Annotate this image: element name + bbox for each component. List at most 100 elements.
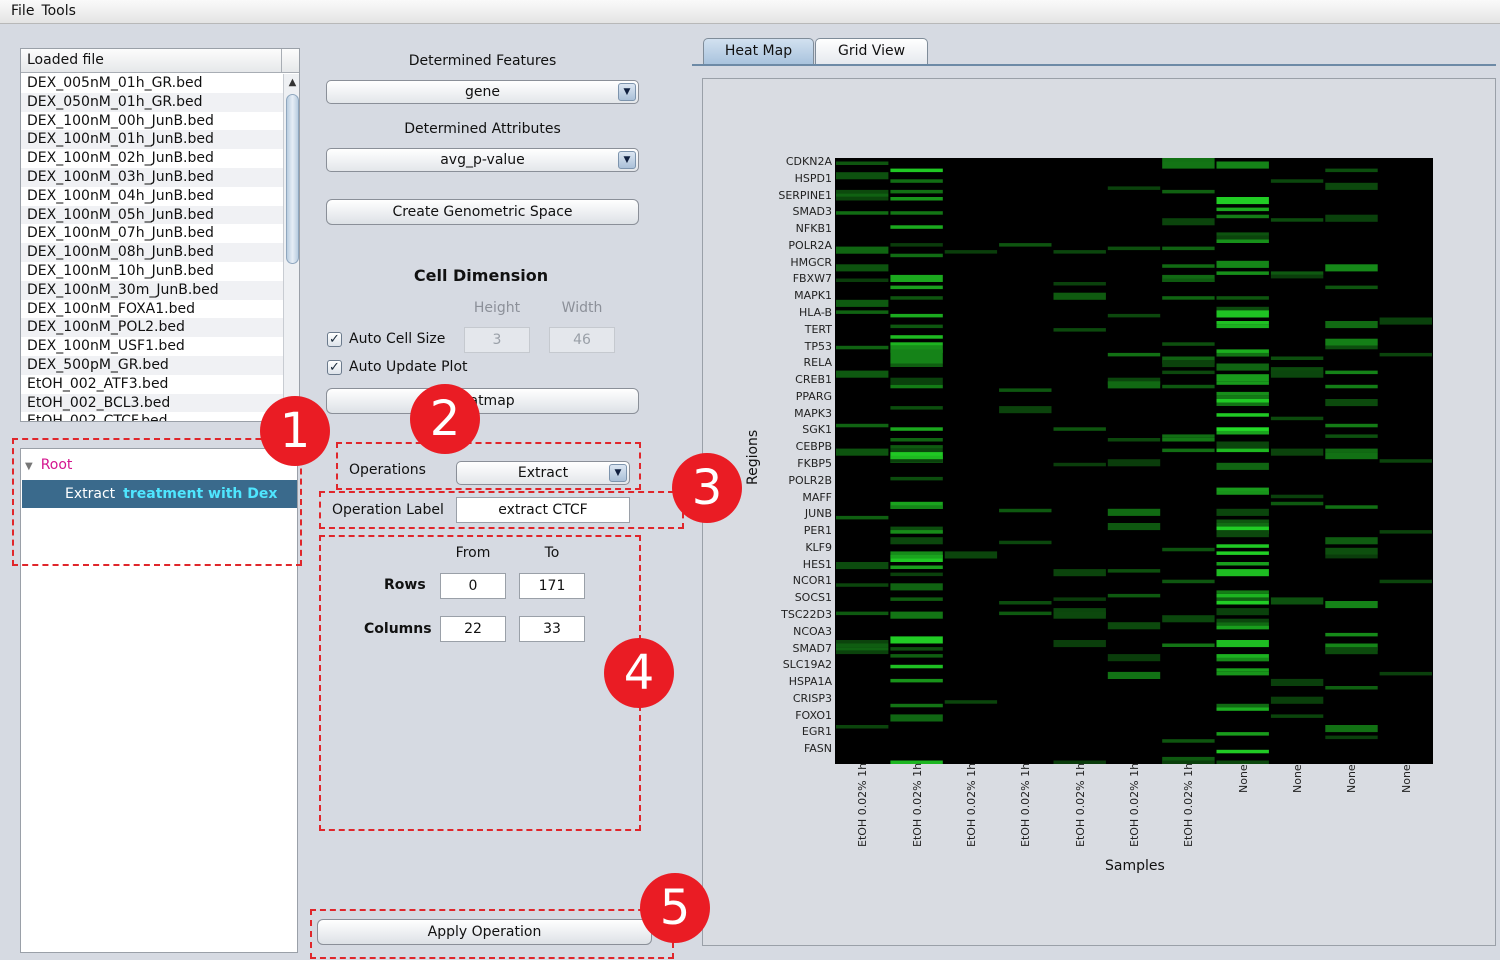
determined-features-combo[interactable]: gene ▼ — [326, 80, 639, 104]
heatmap-cell — [1270, 678, 1324, 686]
file-list-item[interactable]: DEX_100nM_07h_JunB.bed — [21, 224, 283, 243]
heatmap-cell — [890, 537, 943, 545]
region-label: TERT — [804, 322, 832, 336]
file-list-item[interactable]: DEX_100nM_03h_JunB.bed — [21, 167, 283, 187]
heatmap-cell — [1216, 448, 1269, 453]
determined-attributes-combo[interactable]: avg_p-value ▼ — [326, 148, 639, 172]
region-label: NCOR1 — [792, 574, 832, 588]
heatmap-cell — [1107, 569, 1161, 573]
heatmap-cell — [1162, 218, 1215, 226]
region-label: HSPD1 — [794, 171, 832, 185]
heatmap-cell — [1216, 430, 1269, 435]
tab-grid-view[interactable]: Grid View — [815, 38, 928, 64]
cell-dimension-title: Cell Dimension — [413, 266, 549, 285]
heatmap-cell — [836, 345, 889, 350]
heatmap-cell — [1053, 597, 1106, 601]
file-list-item[interactable]: DEX_050nM_01h_GR.bed — [21, 92, 283, 112]
file-list-item[interactable]: DEX_100nM_USF1.bed — [21, 337, 283, 356]
heatmap-cell — [890, 179, 943, 183]
heatmap-cell — [890, 636, 943, 644]
file-list-item[interactable]: EtOH_002_CTCF.bed — [21, 412, 283, 421]
heatmap-cell — [1325, 547, 1378, 555]
file-list-scrollbar[interactable]: ▲ — [283, 74, 299, 421]
file-list-item[interactable]: DEX_005nM_01h_GR.bed — [21, 74, 283, 93]
heatmap-cell — [1216, 374, 1269, 382]
menu-tools[interactable]: Tools — [39, 0, 81, 19]
heatmap-cell — [890, 459, 943, 463]
heatmap-cell — [944, 700, 998, 704]
heatmap-cell — [1325, 554, 1378, 559]
heatmap-cell — [890, 296, 943, 300]
cell-height-field[interactable]: 3 — [464, 327, 530, 353]
heatmap-cell — [1216, 508, 1269, 516]
heatmap-cell — [836, 448, 889, 456]
heatmap-cell — [1107, 381, 1161, 389]
heatmap-cell — [890, 313, 943, 318]
heatmap-cell — [836, 197, 889, 201]
heatmap-cell — [1270, 448, 1324, 456]
cell-width-field[interactable]: 46 — [549, 327, 615, 353]
heatmap-cell — [1216, 207, 1269, 212]
file-list-item[interactable]: DEX_100nM_05h_JunB.bed — [21, 205, 283, 225]
sample-label: None — [1399, 764, 1413, 793]
heatmap-cell — [1216, 703, 1269, 708]
heatmap-cell — [836, 650, 889, 655]
file-list-item[interactable]: DEX_500pM_GR.bed — [21, 355, 283, 375]
file-list-item[interactable]: EtOH_002_BCL3.bed — [21, 393, 283, 413]
region-label: NCOA3 — [793, 624, 832, 638]
heatmap-cell — [1162, 158, 1215, 162]
heatmap-cell — [890, 554, 943, 559]
region-label: CEBPB — [795, 440, 832, 454]
heatmap-cell — [890, 243, 943, 247]
heatmap-cell — [1162, 438, 1215, 442]
region-label: PPARG — [795, 389, 832, 403]
loaded-file-panel: Loaded file DEX_005nM_01h_GR.bed DEX_050n… — [20, 48, 300, 422]
file-list-item[interactable]: DEX_100nM_10h_JunB.bed — [21, 262, 283, 281]
scroll-up-icon[interactable]: ▲ — [284, 74, 299, 92]
heatmap-cell — [890, 678, 943, 683]
create-genometric-space-button[interactable]: Create Genometric Space — [326, 199, 639, 225]
file-list-item[interactable]: DEX_100nM_00h_JunB.bed — [21, 112, 283, 131]
sample-label: EtOH 0.02% 1h — [856, 762, 870, 847]
heatmap-cell — [1162, 579, 1215, 584]
heatmap-cell — [836, 278, 889, 282]
region-label: MAFF — [802, 490, 832, 504]
heatmap-cell — [1216, 321, 1269, 325]
file-list-item[interactable]: EtOH_002_ATF3.bed — [21, 375, 283, 394]
heatmap-cell — [1216, 551, 1269, 555]
heatmap-cell — [1107, 459, 1161, 467]
file-list-item[interactable]: DEX_100nM_30m_JunB.bed — [21, 280, 283, 300]
file-list-item[interactable]: DEX_100nM_08h_JunB.bed — [21, 243, 283, 262]
heatmap-cell — [1216, 239, 1269, 243]
scroll-thumb[interactable] — [286, 94, 299, 264]
heatmap-cell — [1325, 285, 1378, 290]
file-list-item[interactable]: DEX_100nM_02h_JunB.bed — [21, 149, 283, 168]
region-label: CDKN2A — [785, 156, 832, 168]
file-list-item[interactable]: DEX_100nM_FOXA1.bed — [21, 300, 283, 319]
loaded-file-header: Loaded file — [21, 49, 299, 73]
menu-file[interactable]: File — [0, 0, 39, 19]
heatmap-cell — [1325, 214, 1378, 222]
heatmap-cell — [999, 540, 1052, 545]
heatmap-cell — [1325, 434, 1378, 438]
file-list-item[interactable]: DEX_100nM_04h_JunB.bed — [21, 187, 283, 206]
region-labels: CDKN2A HSPD1 SERPINE1 SMAD3 NFKB1 POLR2A HMGCR… — [752, 156, 834, 768]
heatmap-cell — [1216, 310, 1269, 318]
heatmap-cell — [1325, 338, 1378, 346]
auto-update-plot-checkbox[interactable]: ✓ — [327, 360, 342, 375]
annotation-box-1 — [12, 438, 302, 566]
loaded-file-list[interactable]: DEX_005nM_01h_GR.bed DEX_050nM_01h_GR.bed… — [21, 74, 283, 421]
region-label: JUNB — [804, 507, 832, 521]
region-label: POLR2A — [788, 238, 832, 252]
heatmap-cell — [836, 647, 889, 651]
tab-heat-map[interactable]: Heat Map — [703, 38, 814, 64]
heatmap-cell — [1162, 264, 1215, 268]
file-list-item[interactable]: DEX_100nM_01h_JunB.bed — [21, 130, 283, 150]
file-list-item[interactable]: DEX_100nM_POL2.bed — [21, 318, 283, 338]
heatmap-cell — [836, 515, 889, 520]
heatmap-button[interactable]: Heatmap — [326, 388, 639, 414]
region-label: MAPK3 — [794, 406, 832, 420]
heatmap-canvas[interactable] — [835, 158, 1433, 764]
heatmap-cell — [890, 647, 943, 651]
auto-cell-size-checkbox[interactable]: ✓ — [327, 332, 342, 347]
